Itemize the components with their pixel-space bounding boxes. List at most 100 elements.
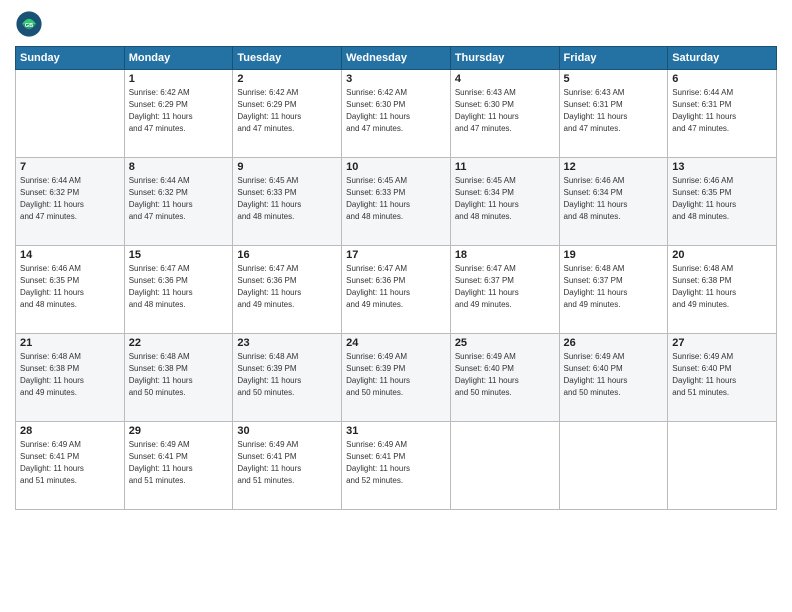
page: GB SundayMondayTuesdayWednesdayThursdayF…: [0, 0, 792, 612]
day-cell: 2 Sunrise: 6:42 AM Sunset: 6:29 PM Daylig…: [233, 70, 342, 158]
day-info: Sunrise: 6:44 AM Sunset: 6:32 PM Dayligh…: [129, 175, 229, 223]
day-number: 8: [129, 161, 229, 173]
week-row-1: 1 Sunrise: 6:42 AM Sunset: 6:29 PM Daylig…: [16, 70, 777, 158]
day-cell: 10 Sunrise: 6:45 AM Sunset: 6:33 PM Dayli…: [342, 158, 451, 246]
day-number: 30: [237, 425, 337, 437]
day-cell: 29Sunrise: 6:49 AM Sunset: 6:41 PM Dayli…: [124, 422, 233, 510]
day-number: 31: [346, 425, 446, 437]
day-cell: 20Sunrise: 6:48 AM Sunset: 6:38 PM Dayli…: [668, 246, 777, 334]
col-header-wednesday: Wednesday: [342, 47, 451, 70]
day-info: Sunrise: 6:45 AM Sunset: 6:33 PM Dayligh…: [237, 175, 337, 223]
day-number: 10: [346, 161, 446, 173]
day-number: 15: [129, 249, 229, 261]
day-cell: 19 Sunrise: 6:48 AM Sunset: 6:37 PM Dayli…: [559, 246, 668, 334]
day-cell: 18 Sunrise: 6:47 AM Sunset: 6:37 PM Dayli…: [450, 246, 559, 334]
col-header-monday: Monday: [124, 47, 233, 70]
day-cell: 4Sunrise: 6:43 AM Sunset: 6:30 PM Daylig…: [450, 70, 559, 158]
day-info: Sunrise: 6:49 AM Sunset: 6:40 PM Dayligh…: [564, 351, 664, 399]
day-info: Sunrise: 6:47 AM Sunset: 6:36 PM Dayligh…: [346, 263, 446, 311]
day-number: 12: [564, 161, 664, 173]
day-cell: 25Sunrise: 6:49 AM Sunset: 6:40 PM Dayli…: [450, 334, 559, 422]
day-number: 14: [20, 249, 120, 261]
day-cell: 23 Sunrise: 6:48 AM Sunset: 6:39 PM Dayli…: [233, 334, 342, 422]
day-number: 19: [564, 249, 664, 261]
day-number: 2: [237, 73, 337, 85]
col-header-friday: Friday: [559, 47, 668, 70]
day-info: Sunrise: 6:49 AM Sunset: 6:41 PM Dayligh…: [346, 439, 446, 487]
day-cell: 14 Sunrise: 6:46 AM Sunset: 6:35 PM Dayli…: [16, 246, 125, 334]
day-cell: 11 Sunrise: 6:45 AM Sunset: 6:34 PM Dayli…: [450, 158, 559, 246]
day-cell: 28 Sunrise: 6:49 AM Sunset: 6:41 PM Dayli…: [16, 422, 125, 510]
day-number: 28: [20, 425, 120, 437]
day-number: 21: [20, 337, 120, 349]
day-number: 16: [237, 249, 337, 261]
day-info: Sunrise: 6:45 AM Sunset: 6:34 PM Dayligh…: [455, 175, 555, 223]
day-cell: 13Sunrise: 6:46 AM Sunset: 6:35 PM Dayli…: [668, 158, 777, 246]
day-info: Sunrise: 6:46 AM Sunset: 6:35 PM Dayligh…: [20, 263, 120, 311]
day-info: Sunrise: 6:47 AM Sunset: 6:36 PM Dayligh…: [129, 263, 229, 311]
day-cell: [668, 422, 777, 510]
day-cell: [16, 70, 125, 158]
day-cell: 27 Sunrise: 6:49 AM Sunset: 6:40 PM Dayli…: [668, 334, 777, 422]
col-header-sunday: Sunday: [16, 47, 125, 70]
day-info: Sunrise: 6:49 AM Sunset: 6:40 PM Dayligh…: [455, 351, 555, 399]
week-row-2: 7 Sunrise: 6:44 AM Sunset: 6:32 PM Daylig…: [16, 158, 777, 246]
day-number: 13: [672, 161, 772, 173]
day-number: 11: [455, 161, 555, 173]
day-info: Sunrise: 6:42 AM Sunset: 6:29 PM Dayligh…: [237, 87, 337, 135]
day-number: 1: [129, 73, 229, 85]
day-info: Sunrise: 6:49 AM Sunset: 6:41 PM Dayligh…: [237, 439, 337, 487]
calendar-table: SundayMondayTuesdayWednesdayThursdayFrid…: [15, 46, 777, 510]
day-number: 7: [20, 161, 120, 173]
day-cell: 16 Sunrise: 6:47 AM Sunset: 6:36 PM Dayli…: [233, 246, 342, 334]
day-cell: 9 Sunrise: 6:45 AM Sunset: 6:33 PM Daylig…: [233, 158, 342, 246]
day-number: 23: [237, 337, 337, 349]
day-info: Sunrise: 6:48 AM Sunset: 6:38 PM Dayligh…: [129, 351, 229, 399]
day-number: 26: [564, 337, 664, 349]
header: GB: [15, 10, 777, 38]
day-number: 27: [672, 337, 772, 349]
svg-text:GB: GB: [25, 23, 33, 29]
day-info: Sunrise: 6:47 AM Sunset: 6:37 PM Dayligh…: [455, 263, 555, 311]
day-info: Sunrise: 6:42 AM Sunset: 6:30 PM Dayligh…: [346, 87, 446, 135]
day-info: Sunrise: 6:48 AM Sunset: 6:39 PM Dayligh…: [237, 351, 337, 399]
day-number: 5: [564, 73, 664, 85]
day-info: Sunrise: 6:45 AM Sunset: 6:33 PM Dayligh…: [346, 175, 446, 223]
day-number: 9: [237, 161, 337, 173]
day-info: Sunrise: 6:48 AM Sunset: 6:37 PM Dayligh…: [564, 263, 664, 311]
day-info: Sunrise: 6:46 AM Sunset: 6:34 PM Dayligh…: [564, 175, 664, 223]
day-info: Sunrise: 6:44 AM Sunset: 6:32 PM Dayligh…: [20, 175, 120, 223]
day-cell: 26 Sunrise: 6:49 AM Sunset: 6:40 PM Dayli…: [559, 334, 668, 422]
day-cell: [559, 422, 668, 510]
day-cell: 5Sunrise: 6:43 AM Sunset: 6:31 PM Daylig…: [559, 70, 668, 158]
day-number: 4: [455, 73, 555, 85]
col-header-tuesday: Tuesday: [233, 47, 342, 70]
day-info: Sunrise: 6:49 AM Sunset: 6:41 PM Dayligh…: [129, 439, 229, 487]
day-cell: 12 Sunrise: 6:46 AM Sunset: 6:34 PM Dayli…: [559, 158, 668, 246]
week-row-4: 21 Sunrise: 6:48 AM Sunset: 6:38 PM Dayli…: [16, 334, 777, 422]
day-number: 17: [346, 249, 446, 261]
logo: GB: [15, 10, 47, 38]
day-number: 24: [346, 337, 446, 349]
day-cell: 3 Sunrise: 6:42 AM Sunset: 6:30 PM Daylig…: [342, 70, 451, 158]
day-cell: 21Sunrise: 6:48 AM Sunset: 6:38 PM Dayli…: [16, 334, 125, 422]
logo-icon: GB: [15, 10, 43, 38]
day-cell: 24 Sunrise: 6:49 AM Sunset: 6:39 PM Dayli…: [342, 334, 451, 422]
day-cell: 15 Sunrise: 6:47 AM Sunset: 6:36 PM Dayli…: [124, 246, 233, 334]
col-header-thursday: Thursday: [450, 47, 559, 70]
week-row-5: 28 Sunrise: 6:49 AM Sunset: 6:41 PM Dayli…: [16, 422, 777, 510]
day-number: 20: [672, 249, 772, 261]
day-info: Sunrise: 6:49 AM Sunset: 6:41 PM Dayligh…: [20, 439, 120, 487]
day-cell: [450, 422, 559, 510]
day-info: Sunrise: 6:49 AM Sunset: 6:39 PM Dayligh…: [346, 351, 446, 399]
day-number: 3: [346, 73, 446, 85]
day-number: 18: [455, 249, 555, 261]
day-cell: 7 Sunrise: 6:44 AM Sunset: 6:32 PM Daylig…: [16, 158, 125, 246]
day-cell: 17 Sunrise: 6:47 AM Sunset: 6:36 PM Dayli…: [342, 246, 451, 334]
day-cell: 31 Sunrise: 6:49 AM Sunset: 6:41 PM Dayli…: [342, 422, 451, 510]
day-number: 6: [672, 73, 772, 85]
day-cell: 6Sunrise: 6:44 AM Sunset: 6:31 PM Daylig…: [668, 70, 777, 158]
day-info: Sunrise: 6:47 AM Sunset: 6:36 PM Dayligh…: [237, 263, 337, 311]
day-info: Sunrise: 6:49 AM Sunset: 6:40 PM Dayligh…: [672, 351, 772, 399]
day-cell: 1Sunrise: 6:42 AM Sunset: 6:29 PM Daylig…: [124, 70, 233, 158]
